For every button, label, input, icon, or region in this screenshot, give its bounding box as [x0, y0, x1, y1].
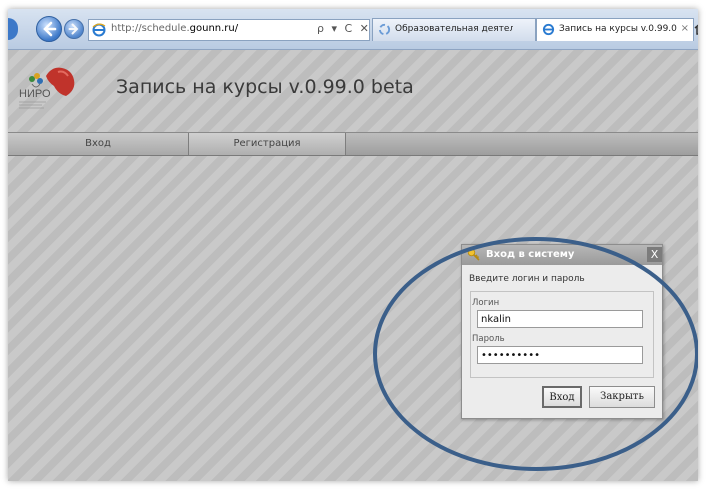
login-button[interactable]: Вход [542, 386, 582, 408]
login-label: Логин [472, 298, 500, 308]
partial-toolbar-button[interactable] [8, 18, 18, 40]
main-navigation: Вход Регистрация [8, 132, 698, 156]
address-bar-tools[interactable]: ρ ▾ C ✕ [317, 22, 371, 35]
tab-close-icon[interactable]: × [681, 23, 689, 34]
dialog-title: Вход в систему [486, 249, 575, 260]
nav-item-registration[interactable]: Регистрация [189, 133, 346, 155]
password-label: Пароль [472, 334, 505, 344]
tab-label: Запись на курсы v.0.99.0 b... [559, 24, 677, 34]
nav-item-login[interactable]: Вход [8, 133, 189, 155]
login-input[interactable]: nkalin [477, 310, 643, 328]
page-title: Запись на курсы v.0.99.0 beta [116, 76, 414, 98]
ie-page-icon [542, 23, 555, 36]
dialog-titlebar[interactable]: Вход в систему X [462, 245, 662, 265]
url-host: gounn.ru/ [189, 23, 239, 34]
screenshot-frame: http://schedule.gounn.ru/ ρ ▾ C ✕ Образо… [8, 9, 698, 481]
dialog-close-button[interactable]: X [647, 247, 662, 262]
page-content: НИРО Запись на курсы v.0.99.0 beta Вход … [8, 50, 698, 481]
key-icon [467, 248, 480, 261]
tab-course-enrollment[interactable]: Запись на курсы v.0.99.0 b... × [536, 18, 694, 41]
address-bar[interactable]: http://schedule.gounn.ru/ ρ ▾ C ✕ [88, 19, 370, 41]
home-icon[interactable] [694, 21, 698, 35]
loading-icon [378, 23, 391, 36]
browser-toolbar: http://schedule.gounn.ru/ ρ ▾ C ✕ Образо… [8, 9, 698, 50]
tab-education[interactable]: Образовательная деятельнос... [372, 18, 536, 41]
dialog-prompt: Введите логин и пароль [469, 274, 585, 284]
forward-arrow-icon [68, 23, 79, 35]
close-button[interactable]: Закрыть [589, 386, 655, 408]
back-arrow-icon [43, 21, 57, 37]
back-button[interactable] [36, 16, 62, 42]
svg-text:НИРО: НИРО [19, 88, 51, 100]
tab-label: Образовательная деятельнос... [395, 24, 513, 34]
ie-page-icon [92, 23, 106, 37]
url-prefix: http://schedule. [111, 23, 190, 34]
niro-logo: НИРО [19, 67, 75, 109]
forward-button[interactable] [64, 19, 84, 39]
password-input[interactable]: •••••••••• [477, 346, 643, 364]
login-dialog: Вход в систему X Введите логин и пароль … [461, 244, 663, 419]
url-text[interactable]: http://schedule.gounn.ru/ [111, 23, 238, 34]
